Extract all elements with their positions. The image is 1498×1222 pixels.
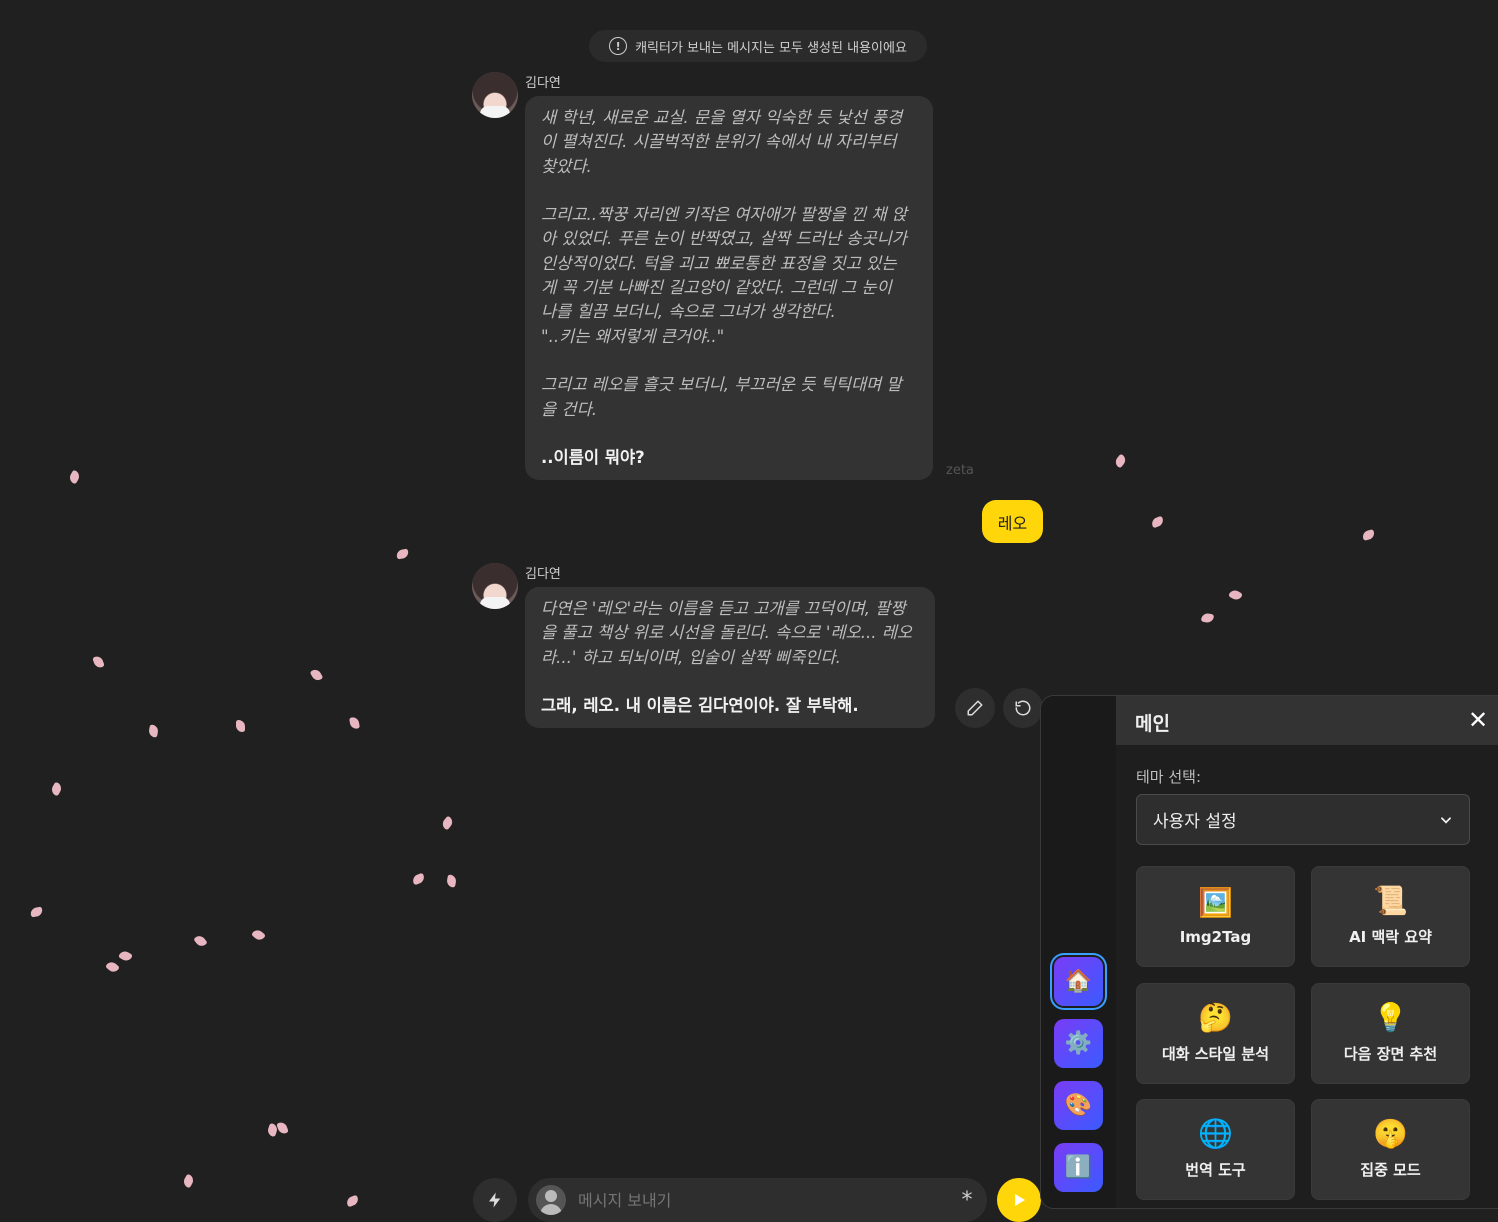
refresh-icon: [1015, 700, 1031, 716]
tool-panel: 🏠 ⚙️ 🎨 ℹ️ 메인 ✕ 테마 선택: 사용자 설정 🖼️ Img2Tag …: [1040, 695, 1498, 1209]
chevron-down-icon: [1441, 816, 1451, 824]
panel-header: 메인 ✕: [1116, 696, 1498, 745]
ai-notice: ! 캐릭터가 보내는 메시지는 모두 생성된 내용이에요: [589, 30, 927, 62]
petal: [105, 959, 120, 975]
panel-title: 메인: [1135, 713, 1170, 735]
pencil-icon: [967, 700, 983, 716]
img2tag-button[interactable]: 🖼️ Img2Tag: [1136, 866, 1295, 967]
petal: [251, 927, 266, 943]
tile-label: 다음 장면 추천: [1343, 1045, 1438, 1063]
nav-home-button[interactable]: 🏠: [1054, 957, 1103, 1006]
petal: [118, 949, 133, 963]
zeta-watermark: zeta: [946, 463, 974, 478]
tile-label: 번역 도구: [1185, 1161, 1246, 1179]
close-icon[interactable]: ✕: [1468, 706, 1488, 734]
quick-action-button[interactable]: [473, 1178, 517, 1222]
message-narration: 다연은 '레오'라는 이름을 듣고 고개를 끄덕이며, 팔짱 을 풀고 책상 위…: [541, 599, 913, 667]
message-composer: *: [528, 1178, 987, 1222]
message-dialogue: ..이름이 뭐야?: [541, 447, 645, 467]
edit-message-button[interactable]: [955, 688, 995, 728]
petal: [193, 933, 208, 949]
petal: [236, 720, 245, 732]
theme-label: 테마 선택:: [1136, 768, 1202, 786]
nav-info-button[interactable]: ℹ️: [1054, 1143, 1103, 1192]
character-avatar[interactable]: [472, 72, 518, 118]
message-input[interactable]: [576, 1189, 947, 1211]
lightbulb-icon: 💡: [1373, 1001, 1408, 1034]
petal: [29, 906, 44, 918]
petal: [1200, 612, 1215, 624]
message-dialogue: 그래, 레오. 내 이름은 김다연이야. 잘 부탁해.: [541, 695, 859, 715]
petal: [395, 548, 410, 560]
message-narration: 새 학년, 새로운 교실. 문을 열자 익숙한 듯 낯선 풍경 이 펼쳐진다. …: [541, 108, 907, 419]
send-button[interactable]: [997, 1178, 1041, 1222]
character-avatar[interactable]: [472, 563, 518, 609]
character-name: 김다연: [525, 567, 561, 582]
gear-icon: ⚙️: [1064, 1031, 1093, 1056]
ai-notice-text: 캐릭터가 보내는 메시지는 모두 생성된 내용이에요: [635, 40, 907, 56]
translate-button[interactable]: 🌐 번역 도구: [1136, 1099, 1295, 1200]
character-message: 다연은 '레오'라는 이름을 듣고 고개를 끄덕이며, 팔짱 을 풀고 책상 위…: [525, 587, 935, 728]
scroll-icon: 📜: [1373, 884, 1408, 917]
user-message: 레오: [982, 500, 1043, 543]
home-icon: 🏠: [1064, 969, 1093, 994]
play-icon: [1015, 1194, 1025, 1206]
petal: [349, 716, 360, 730]
petal: [181, 1173, 196, 1189]
palette-icon: 🎨: [1064, 1093, 1093, 1118]
character-name: 김다연: [525, 76, 561, 91]
petal: [92, 654, 105, 670]
next-scene-button[interactable]: 💡 다음 장면 추천: [1311, 983, 1470, 1084]
petal: [309, 667, 324, 683]
petal: [440, 815, 455, 831]
petal: [148, 724, 159, 738]
petal: [67, 469, 82, 485]
tile-label: 대화 스타일 분석: [1161, 1045, 1270, 1063]
theme-select[interactable]: 사용자 설정: [1136, 794, 1470, 845]
petal: [411, 872, 426, 886]
petal: [49, 781, 64, 797]
thinking-face-icon: 🤔: [1198, 1001, 1233, 1034]
petal: [1361, 529, 1376, 541]
petal: [1228, 588, 1243, 602]
persona-avatar[interactable]: [536, 1185, 566, 1215]
petal: [446, 874, 457, 888]
globe-icon: 🌐: [1198, 1117, 1233, 1150]
picture-icon: 🖼️: [1198, 885, 1233, 919]
petal: [276, 1120, 289, 1136]
focus-mode-button[interactable]: 🤫 집중 모드: [1311, 1099, 1470, 1200]
regenerate-button[interactable]: [1003, 688, 1043, 728]
shush-face-icon: 🤫: [1373, 1117, 1408, 1150]
exclamation-circle-icon: !: [609, 37, 628, 55]
panel-nav-rail: 🏠 ⚙️ 🎨 ℹ️: [1041, 696, 1116, 1208]
nav-settings-button[interactable]: ⚙️: [1054, 1019, 1103, 1068]
tile-label: AI 맥락 요약: [1349, 928, 1432, 946]
petal: [1113, 453, 1128, 469]
nav-theme-button[interactable]: 🎨: [1054, 1081, 1103, 1130]
tile-label: 집중 모드: [1360, 1161, 1421, 1179]
petal: [1150, 515, 1165, 529]
character-message: 새 학년, 새로운 교실. 문을 열자 익숙한 듯 낯선 풍경 이 펼쳐진다. …: [525, 96, 933, 480]
info-icon: ℹ️: [1064, 1155, 1093, 1180]
theme-select-value: 사용자 설정: [1153, 812, 1237, 832]
lightning-icon: [489, 1192, 501, 1208]
petal: [345, 1194, 360, 1208]
style-analysis-button[interactable]: 🤔 대화 스타일 분석: [1136, 983, 1295, 1084]
tile-label: Img2Tag: [1179, 927, 1252, 946]
asterisk-button[interactable]: *: [947, 1188, 987, 1213]
context-summary-button[interactable]: 📜 AI 맥락 요약: [1311, 866, 1470, 967]
